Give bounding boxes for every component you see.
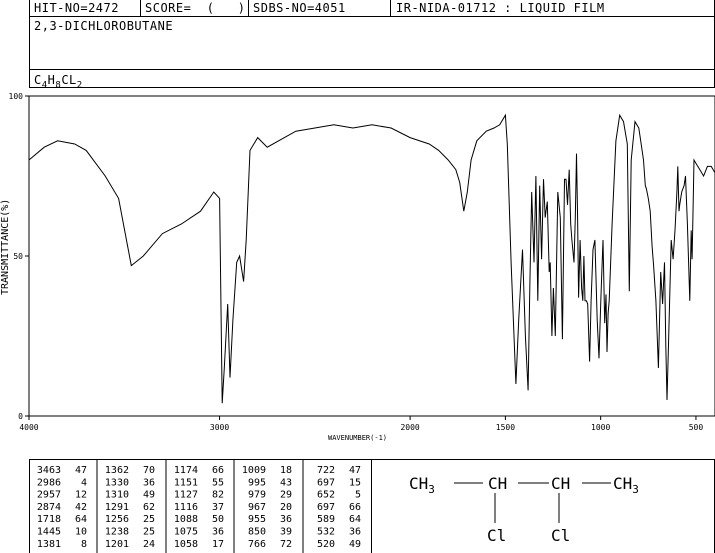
chlorine-right: Cl (551, 526, 570, 545)
x-axis-label: WAVENUMBER(-1) (328, 434, 387, 442)
ch-left: CH (488, 474, 507, 493)
ch-right: CH (551, 474, 570, 493)
y-tick-label: 0 (18, 412, 23, 421)
y-tick-label: 50 (13, 252, 23, 261)
structure-diagram: CH3 CH CH CH3 Cl Cl (409, 474, 639, 545)
plot-frame (28, 95, 715, 417)
ch3-left: CH3 (409, 474, 435, 496)
x-tick-label: 4000 (19, 423, 38, 432)
x-tick-label: 1500 (496, 423, 515, 432)
y-axis-label: TRANSMITTANCE(%) (0, 199, 11, 295)
x-tick-label: 1000 (591, 423, 610, 432)
x-tick-label: 2000 (400, 423, 419, 432)
x-tick-label: 500 (689, 423, 704, 432)
x-tick-label: 3000 (210, 423, 229, 432)
ir-spectrum-chart: 0 50 100 4000 3000 2000 1500 1000 500 TRANSMITT… (0, 92, 715, 442)
spectrum-line (28, 113, 715, 404)
ch3-right: CH3 (613, 474, 639, 496)
y-tick-label: 100 (9, 92, 24, 101)
chlorine-left: Cl (487, 526, 506, 545)
